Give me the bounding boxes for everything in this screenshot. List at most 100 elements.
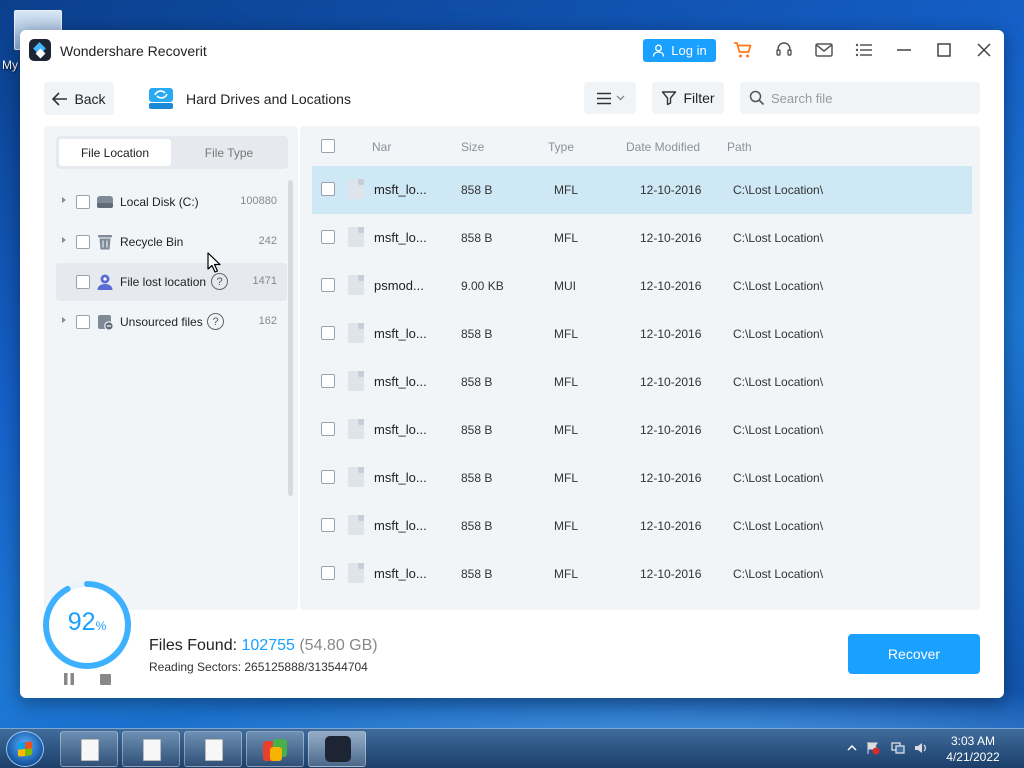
table-row[interactable]: msft_lo... 858 B MFL 12-10-2016 C:\Lost Loca… xyxy=(312,358,972,406)
checkbox[interactable] xyxy=(76,275,90,289)
table-row[interactable]: msft_lo... 858 B MFL 12-10-2016 C:\Lost Loca… xyxy=(312,214,972,262)
tree-item-local-disk[interactable]: Local Disk (C:) 100880 xyxy=(56,183,287,221)
row-checkbox[interactable] xyxy=(321,230,335,244)
row-checkbox[interactable] xyxy=(321,518,335,532)
tree-item-count: 100880 xyxy=(240,195,277,207)
taskbar-item-recoverit[interactable] xyxy=(308,731,366,767)
row-checkbox[interactable] xyxy=(321,566,335,580)
files-found-size: (54.80 GB) xyxy=(299,637,378,654)
taskbar-item-document[interactable] xyxy=(184,731,242,767)
show-hidden-icons-arrow-icon[interactable] xyxy=(845,741,859,755)
file-icon xyxy=(348,227,364,247)
close-icon[interactable] xyxy=(974,40,994,60)
taskbar-item-document[interactable] xyxy=(60,731,118,767)
table-row[interactable]: msft_lo... 858 B MFL 12-10-2016 C:\Lost Loca… xyxy=(312,406,972,454)
row-checkbox[interactable] xyxy=(321,470,335,484)
desktop-icon-label: My xyxy=(2,58,18,72)
search-input[interactable] xyxy=(771,88,971,108)
help-icon[interactable]: ? xyxy=(207,313,224,330)
file-path: C:\Lost Location\ xyxy=(733,519,824,533)
file-type: MFL xyxy=(554,183,578,197)
maximize-icon[interactable] xyxy=(934,40,954,60)
file-date-modified: 12-10-2016 xyxy=(640,279,702,293)
file-type: MFL xyxy=(554,567,578,581)
document-icon xyxy=(81,739,99,761)
column-header-size[interactable]: Size xyxy=(461,140,484,154)
file-name: msft_lo... xyxy=(374,470,427,485)
select-all-checkbox[interactable] xyxy=(321,139,335,153)
expand-arrow-icon[interactable] xyxy=(62,237,66,243)
file-size: 858 B xyxy=(461,567,493,581)
file-type: MFL xyxy=(554,231,578,245)
file-type: MFL xyxy=(554,423,578,437)
row-checkbox[interactable] xyxy=(321,182,335,196)
table-row[interactable]: msft_lo... 858 B MFL 12-10-2016 C:\Lost Loca… xyxy=(312,166,972,214)
back-label: Back xyxy=(74,90,106,107)
expand-arrow-icon[interactable] xyxy=(62,317,66,323)
tree-item-file-lost-location[interactable]: File lost location ? 1471 xyxy=(56,263,287,301)
table-row[interactable]: msft_lo... 858 B MFL 12-10-2016 C:\Lost Loca… xyxy=(312,310,972,358)
column-header-type[interactable]: Type xyxy=(548,140,574,154)
login-button[interactable]: Log in xyxy=(643,39,716,62)
login-label: Log in xyxy=(671,43,707,58)
help-icon[interactable]: ? xyxy=(211,273,228,290)
system-clock[interactable]: 3:03 AM 4/21/2022 xyxy=(936,733,1010,765)
recoverit-taskbar-icon xyxy=(325,736,351,762)
table-row[interactable]: msft_lo... 858 B MFL 12-10-2016 C:\Lost Loca… xyxy=(312,502,972,550)
tab-file-type[interactable]: File Type xyxy=(173,139,285,166)
row-checkbox[interactable] xyxy=(321,374,335,388)
file-size: 858 B xyxy=(461,327,493,341)
taskbar-item-document[interactable] xyxy=(122,731,180,767)
view-mode-button[interactable] xyxy=(584,82,636,114)
file-icon xyxy=(348,179,364,199)
network-icon[interactable] xyxy=(891,741,905,755)
hard-drive-icon xyxy=(149,88,173,109)
file-icon xyxy=(348,323,364,343)
mail-icon[interactable] xyxy=(814,40,834,60)
file-name: msft_lo... xyxy=(374,566,427,581)
table-row[interactable]: msft_lo... 858 B MFL 12-10-2016 C:\Lost Loca… xyxy=(312,550,972,598)
column-header-name[interactable]: Nar xyxy=(372,140,391,154)
column-header-date-modified[interactable]: Date Modified xyxy=(626,140,700,154)
file-type: MUI xyxy=(554,279,576,293)
filter-button[interactable]: Filter xyxy=(652,82,724,114)
tree-item-recycle-bin[interactable]: Recycle Bin 242 xyxy=(56,223,287,261)
action-center-flag-icon[interactable] xyxy=(866,741,880,755)
file-size: 858 B xyxy=(461,519,493,533)
row-checkbox[interactable] xyxy=(321,326,335,340)
table-row[interactable]: psmod... 9.00 KB MUI 12-10-2016 C:\Lost Loca… xyxy=(312,262,972,310)
tree-item-unsourced-files[interactable]: Unsourced files ? 162 xyxy=(56,303,287,341)
search-box[interactable] xyxy=(740,82,980,114)
start-button-icon[interactable] xyxy=(6,731,44,767)
scan-progress-ring: 92% xyxy=(40,578,134,672)
expand-arrow-icon[interactable] xyxy=(62,197,66,203)
recover-button[interactable]: Recover xyxy=(848,634,980,674)
file-date-modified: 12-10-2016 xyxy=(640,231,702,245)
checkbox[interactable] xyxy=(76,315,90,329)
menu-list-icon[interactable] xyxy=(854,40,874,60)
file-date-modified: 12-10-2016 xyxy=(640,567,702,581)
row-checkbox[interactable] xyxy=(321,278,335,292)
column-header-path[interactable]: Path xyxy=(727,140,752,154)
checkbox[interactable] xyxy=(76,235,90,249)
file-size: 9.00 KB xyxy=(461,279,504,293)
progress-unit: % xyxy=(95,619,107,633)
cart-icon[interactable] xyxy=(733,40,753,60)
stop-icon[interactable] xyxy=(100,674,111,685)
row-checkbox[interactable] xyxy=(321,422,335,436)
back-button[interactable]: Back xyxy=(44,82,114,115)
sidebar-scrollbar[interactable] xyxy=(288,180,293,496)
table-row[interactable]: msft_lo... 858 B MFL 12-10-2016 C:\Lost Loca… xyxy=(312,454,972,502)
support-headset-icon[interactable] xyxy=(774,40,794,60)
tab-file-location[interactable]: File Location xyxy=(59,139,171,166)
file-type: MFL xyxy=(554,519,578,533)
volume-icon[interactable] xyxy=(914,741,928,755)
lost-location-icon xyxy=(97,274,113,290)
app-grid-icon xyxy=(263,739,287,761)
taskbar-item-app[interactable] xyxy=(246,731,304,767)
pause-icon[interactable] xyxy=(63,673,75,685)
file-icon xyxy=(348,467,364,487)
checkbox[interactable] xyxy=(76,195,90,209)
minimize-icon[interactable] xyxy=(894,40,914,60)
sidebar-tabs: File Location File Type xyxy=(56,136,288,169)
